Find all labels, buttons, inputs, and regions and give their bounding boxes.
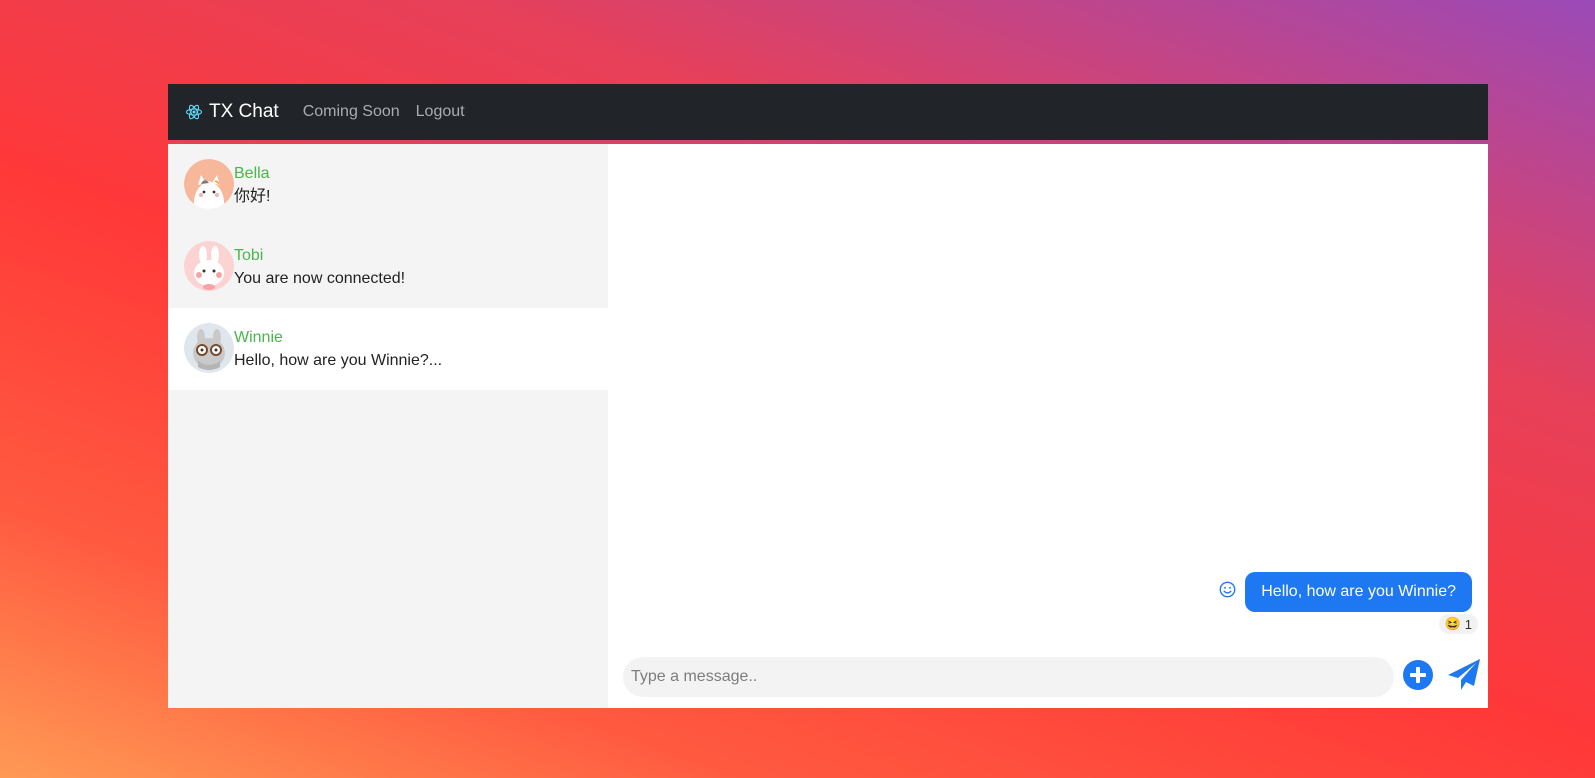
reaction-count: 1 [1464, 616, 1472, 632]
contact-item-bella[interactable]: Bella 你好! [168, 144, 608, 226]
nav-link-coming-soon[interactable]: Coming Soon [303, 103, 400, 121]
cat-avatar [184, 159, 234, 209]
react-atom-icon [185, 104, 203, 120]
brand-name: TX Chat [209, 101, 279, 122]
plus-circle-icon[interactable] [1402, 659, 1434, 696]
smiley-icon[interactable] [1219, 581, 1236, 603]
message-composer [623, 657, 1482, 697]
contact-name: Bella [234, 165, 270, 182]
message-row: Hello, how are you Winnie? [1219, 572, 1472, 612]
navbar: TX Chat Coming Soon Logout [168, 84, 1488, 140]
bunny-avatar [184, 241, 234, 291]
message-reaction[interactable]: 😆 1 [1438, 614, 1478, 634]
message-bubble[interactable]: Hello, how are you Winnie? [1245, 572, 1472, 612]
contact-list: Bella 你好! Tobi You are now connected! Wi… [168, 144, 608, 708]
nav-link-logout[interactable]: Logout [416, 103, 465, 121]
contact-name: Tobi [234, 247, 264, 264]
chat-app: TX Chat Coming Soon Logout Bella 你好! Tob… [168, 84, 1488, 708]
brand-link[interactable]: TX Chat [185, 101, 279, 123]
message-input[interactable] [623, 657, 1394, 697]
laughing-emoji-icon: 😆 [1444, 616, 1461, 631]
contact-last-message: 你好! [234, 188, 271, 205]
contact-last-message: Hello, how are you Winnie?... [234, 352, 443, 369]
paper-plane-icon[interactable] [1446, 658, 1482, 697]
contact-item-tobi[interactable]: Tobi You are now connected! [168, 226, 608, 308]
chat-panel: Hello, how are you Winnie? 😆 1 [608, 144, 1488, 708]
contact-last-message: You are now connected! [234, 270, 406, 287]
contact-item-winnie[interactable]: Winnie Hello, how are you Winnie?... [168, 308, 608, 390]
glasses-bunny-avatar [184, 323, 234, 373]
contact-name: Winnie [234, 329, 283, 346]
